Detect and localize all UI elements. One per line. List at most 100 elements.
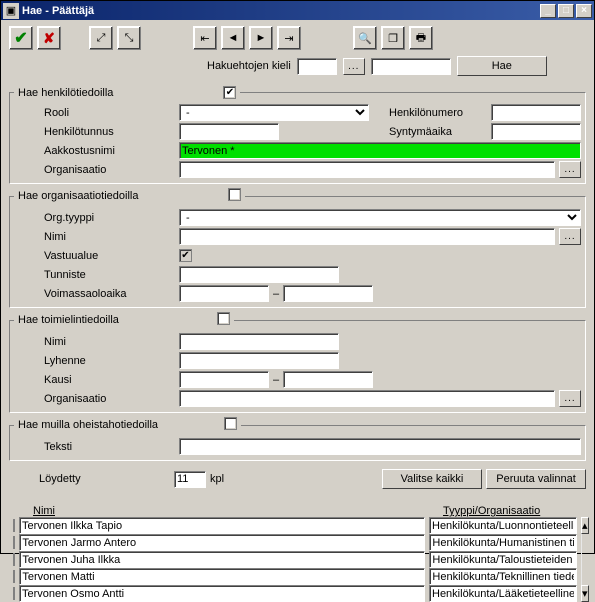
loydetty-label: Löydetty — [9, 473, 174, 485]
organisaatio-lookup-button[interactable]: ... — [559, 161, 581, 178]
henkilonumero-input[interactable] — [491, 104, 581, 121]
kieli-lookup-button[interactable]: ... — [343, 58, 365, 75]
voimassa-from-input[interactable] — [179, 285, 269, 302]
hakuehtojen-kieli-label: Hakuehtojen kieli — [207, 60, 291, 72]
fs3-legend: Hae toimielintiedoilla — [18, 314, 119, 326]
last-page-button[interactable]: ⇥ — [277, 26, 301, 50]
first-page-button[interactable]: ⇤ — [193, 26, 217, 50]
aakkostusnimi-label: Aakkostusnimi — [14, 145, 179, 157]
fs1-enable-checkbox[interactable]: ✔ — [223, 86, 236, 99]
fs2-enable-checkbox[interactable] — [228, 188, 241, 201]
fs-toimielintiedoilla: Hae toimielintiedoilla Nimi Lyhenne Kaus… — [9, 312, 586, 413]
cancel-button[interactable]: ✘ — [37, 26, 61, 50]
app-icon: ▣ — [3, 3, 19, 19]
fs-oheistahotiedoilla: Hae muilla oheistahotiedoilla Teksti — [9, 417, 586, 461]
henkilonumero-label: Henkilönumero — [389, 107, 463, 119]
syntymaaika-input[interactable] — [491, 123, 581, 140]
rooli-select[interactable]: - — [179, 104, 369, 121]
voimassa-label: Voimassaoloaika — [14, 288, 179, 300]
col-nimi-header: Nimi — [33, 505, 443, 517]
row-checkbox[interactable] — [13, 519, 15, 532]
vastuualue-label: Vastuualue — [14, 250, 179, 262]
fs1-legend: Hae henkilötiedoilla — [18, 87, 113, 99]
table-row: ▾ — [13, 585, 582, 602]
fs3-organisaatio-label: Organisaatio — [14, 393, 179, 405]
voimassa-to-input[interactable] — [283, 285, 373, 302]
fs-organisaatiotiedoilla: Hae organisaatiotiedoilla Org.tyyppi - N… — [9, 188, 586, 308]
close-button[interactable]: × — [576, 4, 592, 18]
fs3-enable-checkbox[interactable] — [217, 312, 230, 325]
teksti-label: Teksti — [14, 441, 179, 453]
henkilotunnus-input[interactable] — [179, 123, 279, 140]
fs2-nimi-input[interactable] — [179, 228, 555, 245]
kausi-dash: – — [273, 374, 279, 386]
results-area: Nimi Tyyppi/Organisaatio ▴ ▾ — [1, 501, 594, 602]
row-checkbox[interactable] — [13, 536, 15, 549]
kausi-label: Kausi — [14, 374, 179, 386]
row-tyyppi[interactable] — [429, 585, 577, 602]
kausi-to-input[interactable] — [283, 371, 373, 388]
organisaatio-input[interactable] — [179, 161, 555, 178]
scrollbar-track[interactable] — [581, 534, 582, 551]
aakkostusnimi-input[interactable] — [179, 142, 581, 159]
window-title: Hae - Päättäjä — [22, 5, 540, 17]
maximize-button[interactable]: □ — [558, 4, 574, 18]
henkilotunnus-label: Henkilötunnus — [14, 126, 179, 138]
rooli-label: Rooli — [14, 107, 179, 119]
table-row — [13, 534, 582, 551]
orgtyyppi-select[interactable]: - — [179, 209, 581, 226]
confirm-button[interactable]: ✔ — [9, 26, 33, 50]
hae-button[interactable]: Hae — [457, 56, 547, 76]
scrollbar-track[interactable] — [581, 568, 582, 585]
prev-page-button[interactable]: ◄ — [221, 26, 245, 50]
row-tyyppi[interactable] — [429, 568, 577, 585]
table-row — [13, 568, 582, 585]
copy-button[interactable]: ❐ — [381, 26, 405, 50]
kieli-code-input[interactable] — [297, 58, 337, 75]
vastuualue-checkbox[interactable]: ✔ — [179, 249, 192, 262]
tunniste-input[interactable] — [179, 266, 339, 283]
syntymaaika-label: Syntymäaika — [389, 126, 452, 138]
collapse-button[interactable]: ⤡ — [117, 26, 141, 50]
next-page-button[interactable]: ► — [249, 26, 273, 50]
tunniste-label: Tunniste — [14, 269, 179, 281]
titlebar: ▣ Hae - Päättäjä _ □ × — [1, 1, 594, 20]
row-tyyppi[interactable] — [429, 517, 577, 534]
fs2-legend: Hae organisaatiotiedoilla — [18, 190, 138, 202]
fs4-enable-checkbox[interactable] — [224, 417, 237, 430]
lyhenne-label: Lyhenne — [14, 355, 179, 367]
valitse-kaikki-button[interactable]: Valitse kaikki — [382, 469, 482, 489]
print-button[interactable]: 🖶 — [409, 26, 433, 50]
peruuta-valinnat-button[interactable]: Peruuta valinnat — [486, 469, 586, 489]
lyhenne-input[interactable] — [179, 352, 339, 369]
fs3-organisaatio-input[interactable] — [179, 390, 555, 407]
teksti-input[interactable] — [179, 438, 581, 455]
row-nimi[interactable] — [19, 534, 425, 551]
table-row: ▴ — [13, 517, 582, 534]
row-nimi[interactable] — [19, 568, 425, 585]
row-checkbox[interactable] — [13, 587, 15, 600]
kausi-from-input[interactable] — [179, 371, 269, 388]
col-tyyppi-header: Tyyppi/Organisaatio — [443, 505, 566, 517]
toolbar: ✔ ✘ ⤢ ⤡ ⇤ ◄ ► ⇥ 🔍 ❐ 🖶 — [1, 20, 594, 56]
fs3-nimi-label: Nimi — [14, 336, 179, 348]
organisaatio-label: Organisaatio — [14, 164, 179, 176]
row-tyyppi[interactable] — [429, 534, 577, 551]
loydetty-unit: kpl — [210, 473, 224, 485]
minimize-button[interactable]: _ — [540, 4, 556, 18]
row-nimi[interactable] — [19, 517, 425, 534]
fs3-organisaatio-lookup-button[interactable]: ... — [559, 390, 581, 407]
fs2-nimi-label: Nimi — [14, 231, 179, 243]
orgtyyppi-label: Org.tyyppi — [14, 212, 179, 224]
scroll-up-button[interactable]: ▴ — [581, 517, 589, 534]
expand-button[interactable]: ⤢ — [89, 26, 113, 50]
fs2-nimi-lookup-button[interactable]: ... — [559, 228, 581, 245]
fs3-nimi-input[interactable] — [179, 333, 339, 350]
row-nimi[interactable] — [19, 585, 425, 602]
voimassa-dash: – — [273, 288, 279, 300]
row-checkbox[interactable] — [13, 553, 15, 566]
search-icon-button[interactable]: 🔍 — [353, 26, 377, 50]
row-checkbox[interactable] — [13, 570, 15, 583]
kieli-name-input[interactable] — [371, 58, 451, 75]
scroll-down-button[interactable]: ▾ — [581, 585, 589, 602]
